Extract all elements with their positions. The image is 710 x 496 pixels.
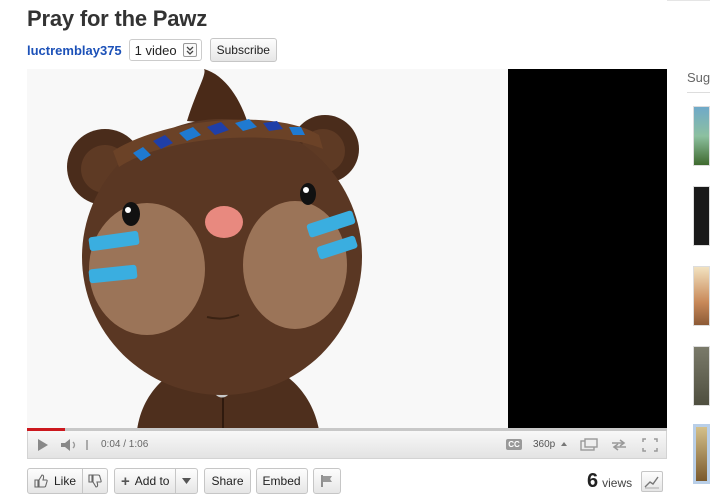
flag-icon (320, 475, 332, 487)
video-frame (27, 69, 508, 430)
volume-icon[interactable] (58, 431, 82, 458)
suggestion-thumbnail[interactable] (693, 346, 710, 406)
popout-icon[interactable] (578, 431, 600, 458)
flag-button[interactable] (312, 468, 341, 494)
chevron-down-icon[interactable] (182, 43, 197, 57)
quality-selector[interactable]: 360p (533, 431, 555, 458)
view-count: 6 views (587, 468, 632, 494)
quality-chevron-up-icon[interactable] (560, 431, 568, 458)
add-to-button[interactable]: + Add to (114, 468, 177, 494)
caret-down-icon (182, 478, 192, 484)
subscribe-button[interactable]: Subscribe (209, 38, 277, 62)
views-number: 6 (587, 470, 599, 492)
suggestion-thumbnail[interactable] (693, 266, 710, 326)
embed-button[interactable]: Embed (255, 468, 308, 494)
share-button[interactable]: Share (204, 468, 251, 494)
add-to-dropdown[interactable] (176, 468, 199, 494)
play-icon[interactable] (32, 431, 54, 458)
volume-slider-handle[interactable] (86, 431, 88, 458)
video-count-label: 1 video (134, 42, 177, 58)
video-player[interactable] (27, 69, 667, 430)
bear-character-image (27, 69, 508, 430)
captions-label: CC (506, 439, 522, 450)
add-to-label: Add to (134, 474, 170, 488)
dislike-button[interactable] (83, 468, 109, 494)
suggestions-header: Sug (687, 70, 710, 85)
action-bar: Like + Add to Share Embed (27, 468, 341, 494)
time-display: 0:04 / 1:06 (101, 439, 149, 450)
channel-link[interactable]: luctremblay375 (27, 43, 122, 58)
captions-icon[interactable]: CC (503, 431, 525, 458)
stats-chart-icon (644, 476, 659, 489)
like-button[interactable]: Like (27, 468, 84, 494)
views-label: views (602, 476, 633, 490)
embed-label: Embed (262, 474, 301, 488)
suggestion-thumbnail[interactable] (693, 424, 710, 484)
thumbs-up-icon (34, 474, 48, 488)
suggestion-thumbnail[interactable] (693, 186, 710, 246)
suggestion-thumbnail[interactable] (693, 106, 710, 166)
video-title: Pray for the Pawz (27, 6, 207, 31)
like-label: Like (54, 474, 77, 488)
fullscreen-icon[interactable] (639, 431, 661, 458)
plus-icon: + (121, 472, 130, 490)
top-divider (667, 0, 710, 1)
suggestions-divider (687, 92, 710, 93)
player-controls: 0:04 / 1:06 CC 360p (27, 431, 667, 459)
share-label: Share (211, 474, 244, 488)
stats-button[interactable] (641, 471, 663, 492)
thumbs-down-icon (88, 474, 102, 488)
loop-icon[interactable] (608, 431, 630, 458)
video-count-dropdown[interactable]: 1 video (128, 39, 202, 61)
channel-row: luctremblay375 1 video Subscribe (27, 38, 277, 62)
